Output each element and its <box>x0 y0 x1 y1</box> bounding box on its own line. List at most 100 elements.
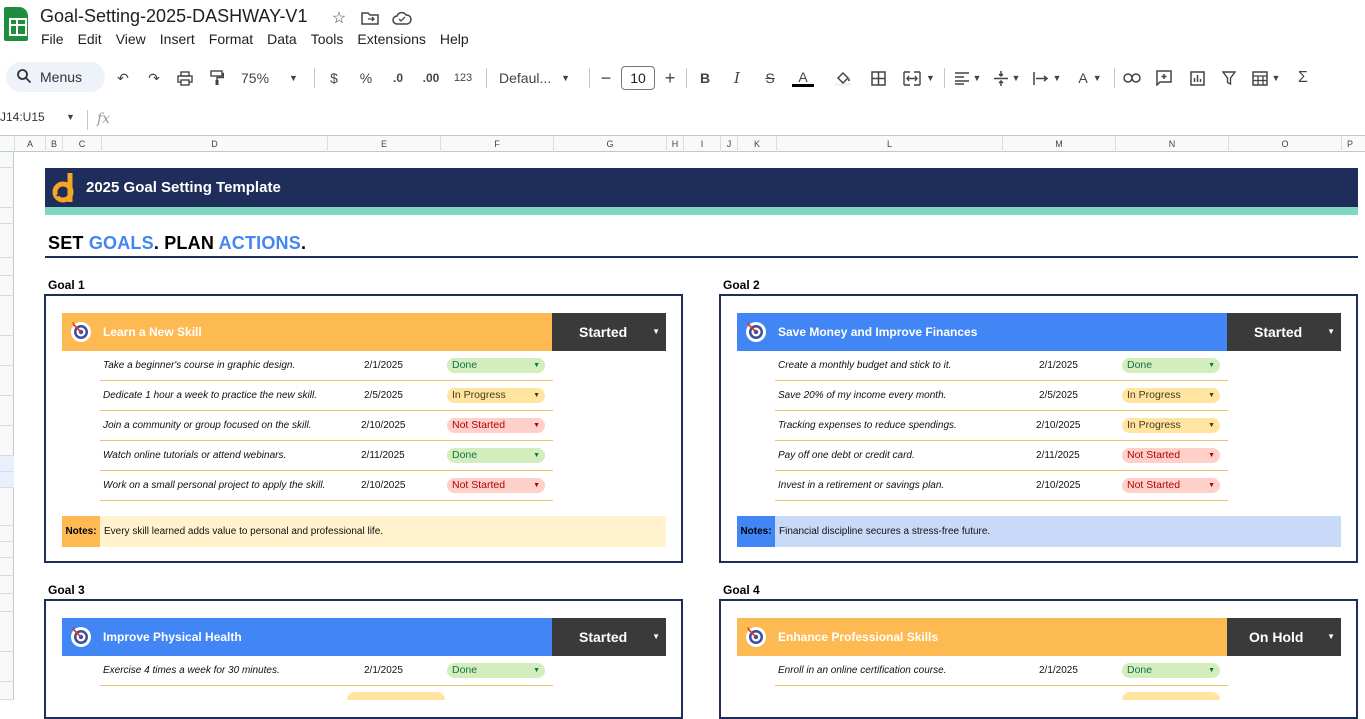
row-header[interactable] <box>0 336 14 366</box>
column-header[interactable]: E <box>327 136 440 152</box>
text-rotation-icon[interactable]: A ▼ <box>1074 68 1106 88</box>
goal-status-dropdown[interactable]: Started ▼ <box>1227 313 1341 351</box>
column-header[interactable]: K <box>737 136 776 152</box>
row-header[interactable] <box>0 426 14 456</box>
menu-view[interactable]: View <box>115 30 153 48</box>
font-size-input[interactable]: 10 <box>621 66 655 90</box>
redo-icon[interactable]: ↷ <box>145 68 163 88</box>
strikethrough-icon[interactable]: S <box>762 68 778 88</box>
menu-tools[interactable]: Tools <box>310 30 351 48</box>
move-folder-icon[interactable] <box>360 8 380 28</box>
font-size-increase-button[interactable]: + <box>663 68 677 88</box>
row-header[interactable] <box>0 612 14 652</box>
font-select[interactable]: Defaul... ▼ <box>499 68 577 88</box>
task-status-dropdown[interactable]: Done ▼ <box>447 448 545 463</box>
row-header[interactable] <box>0 542 14 558</box>
task-status-dropdown[interactable]: Done ▼ <box>447 358 545 373</box>
row-header[interactable] <box>0 456 14 472</box>
chart-icon[interactable] <box>1188 68 1206 88</box>
menu-edit[interactable]: Edit <box>77 30 109 48</box>
column-header[interactable]: N <box>1115 136 1228 152</box>
task-status-dropdown[interactable]: Not Started ▼ <box>1122 478 1220 493</box>
row-header[interactable] <box>0 594 14 612</box>
vertical-align-icon[interactable]: ▼ <box>992 68 1022 88</box>
column-header[interactable]: C <box>62 136 101 152</box>
column-header[interactable]: I <box>683 136 720 152</box>
zoom-select[interactable]: 75% ▼ <box>241 68 301 88</box>
task-status-dropdown[interactable]: Done ▼ <box>1122 663 1220 678</box>
row-header[interactable] <box>0 366 14 396</box>
column-header[interactable]: P <box>1341 136 1358 152</box>
percent-button[interactable]: % <box>358 68 374 88</box>
menus-search[interactable]: Menus <box>6 62 105 92</box>
row-header[interactable] <box>0 526 14 542</box>
decrease-decimal-button[interactable]: .0 <box>388 68 408 88</box>
menu-help[interactable]: Help <box>439 30 476 48</box>
column-header[interactable]: M <box>1002 136 1115 152</box>
menu-file[interactable]: File <box>40 30 71 48</box>
menu-extensions[interactable]: Extensions <box>356 30 432 48</box>
bold-icon[interactable]: B <box>698 68 712 88</box>
task-status-dropdown-partial[interactable] <box>347 692 445 700</box>
cloud-status-icon[interactable] <box>392 8 412 28</box>
row-header[interactable] <box>0 682 14 700</box>
row-header[interactable] <box>0 296 14 336</box>
menu-format[interactable]: Format <box>208 30 260 48</box>
comment-icon[interactable] <box>1155 68 1173 88</box>
menu-data[interactable]: Data <box>266 30 304 48</box>
goal-status-dropdown[interactable]: Started ▼ <box>552 618 666 656</box>
row-header[interactable] <box>0 224 14 258</box>
column-header[interactable]: J <box>720 136 737 152</box>
print-icon[interactable] <box>176 68 194 88</box>
column-header[interactable]: O <box>1228 136 1341 152</box>
task-status-dropdown[interactable]: Done ▼ <box>447 663 545 678</box>
sheets-logo-icon[interactable] <box>4 7 28 41</box>
goal-status-dropdown[interactable]: On Hold ▼ <box>1227 618 1341 656</box>
column-header[interactable]: H <box>666 136 683 152</box>
row-header[interactable] <box>0 652 14 682</box>
column-header[interactable]: D <box>101 136 327 152</box>
goal-status-dropdown[interactable]: Started ▼ <box>552 313 666 351</box>
row-header[interactable] <box>0 396 14 426</box>
row-header[interactable] <box>0 152 14 168</box>
functions-icon[interactable]: Σ <box>1295 68 1311 88</box>
increase-decimal-button[interactable]: .00 <box>420 68 442 88</box>
menu-insert[interactable]: Insert <box>159 30 202 48</box>
table-view-icon[interactable]: ▼ <box>1249 68 1283 88</box>
merge-cells-icon[interactable]: ▼ <box>901 68 937 88</box>
task-status-dropdown[interactable]: Not Started ▼ <box>1122 448 1220 463</box>
row-header[interactable] <box>0 276 14 296</box>
borders-icon[interactable] <box>869 68 887 88</box>
task-status-dropdown[interactable]: In Progress ▼ <box>447 388 545 403</box>
name-box[interactable]: J14:U15 <box>0 110 45 124</box>
task-status-dropdown[interactable]: Done ▼ <box>1122 358 1220 373</box>
row-header[interactable] <box>0 558 14 576</box>
column-header[interactable]: B <box>45 136 62 152</box>
column-header[interactable]: A <box>14 136 45 152</box>
text-color-icon[interactable]: A <box>791 68 815 88</box>
undo-icon[interactable]: ↶ <box>114 68 132 88</box>
task-status-dropdown[interactable]: In Progress ▼ <box>1122 418 1220 433</box>
font-size-decrease-button[interactable]: − <box>599 68 613 88</box>
row-header[interactable] <box>0 208 14 224</box>
column-header[interactable]: F <box>440 136 553 152</box>
task-status-dropdown[interactable]: Not Started ▼ <box>447 478 545 493</box>
task-status-dropdown[interactable]: In Progress ▼ <box>1122 388 1220 403</box>
link-icon[interactable] <box>1122 68 1142 88</box>
align-left-icon[interactable]: ▼ <box>953 68 983 88</box>
star-icon[interactable]: ☆ <box>329 8 349 28</box>
row-header[interactable] <box>0 472 14 488</box>
task-status-dropdown-partial[interactable] <box>1122 692 1220 700</box>
paint-format-icon[interactable] <box>208 68 226 88</box>
doc-title[interactable]: Goal-Setting-2025-DASHWAY-V1 <box>40 6 307 27</box>
row-header[interactable] <box>0 576 14 594</box>
row-header[interactable] <box>0 168 14 208</box>
column-header[interactable]: L <box>776 136 1002 152</box>
number-format-button[interactable]: 123 <box>452 68 474 88</box>
filter-icon[interactable] <box>1220 68 1238 88</box>
chevron-down-icon[interactable]: ▼ <box>66 112 75 122</box>
text-wrap-icon[interactable]: ▼ <box>1032 68 1062 88</box>
row-header[interactable] <box>0 258 14 276</box>
select-all-corner[interactable] <box>0 136 14 152</box>
task-status-dropdown[interactable]: Not Started ▼ <box>447 418 545 433</box>
